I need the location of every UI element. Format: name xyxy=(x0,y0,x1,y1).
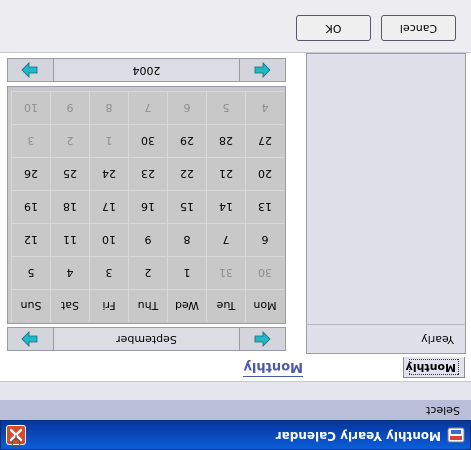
day-cell[interactable]: 10 xyxy=(89,223,128,256)
weekday-header: Fri xyxy=(89,289,128,322)
weekday-header: Sun xyxy=(11,289,50,322)
weekday-header: Sat xyxy=(50,289,89,322)
day-cell[interactable]: 22 xyxy=(167,157,206,190)
menu-select[interactable]: Select xyxy=(426,404,460,417)
day-cell[interactable]: 7 xyxy=(206,223,245,256)
day-cell[interactable]: 25 xyxy=(50,157,89,190)
day-cell[interactable]: 20 xyxy=(245,157,284,190)
day-cell[interactable]: 29 xyxy=(167,124,206,157)
tab-strip xyxy=(0,354,471,381)
calendar-app-icon xyxy=(447,427,465,443)
day-cell[interactable]: 30 xyxy=(128,124,167,157)
weekday-header: Mon xyxy=(245,289,284,322)
day-cell[interactable]: 16 xyxy=(128,190,167,223)
day-cell[interactable]: 3 xyxy=(89,256,128,289)
day-cell[interactable]: 11 xyxy=(50,223,89,256)
day-cell[interactable]: 12 xyxy=(11,223,50,256)
day-cell[interactable]: 10 xyxy=(11,91,50,124)
day-cell[interactable]: 2 xyxy=(50,124,89,157)
year-nav: 2004 xyxy=(7,58,286,82)
tab-caption: Monthly xyxy=(243,359,303,377)
right-arrow-icon xyxy=(21,62,38,78)
day-cell[interactable]: 9 xyxy=(50,91,89,124)
tab-monthly-label: Monthly xyxy=(405,361,456,374)
cancel-button[interactable]: Cancel xyxy=(381,15,456,41)
day-grid: Mon Tue Wed Thu Fri Sat Sun 30 31 1 2 3 4 5 6 7 8 9 10 11 12… xyxy=(7,86,286,324)
day-cell[interactable]: 24 xyxy=(89,157,128,190)
tab-monthly[interactable]: Monthly xyxy=(403,357,465,378)
menu-bar: Select xyxy=(0,400,471,420)
list-item-label: Yearly xyxy=(421,333,454,346)
info-strip xyxy=(0,381,471,400)
day-cell[interactable]: 6 xyxy=(245,223,284,256)
day-cell[interactable]: 1 xyxy=(89,124,128,157)
day-cell[interactable]: 31 xyxy=(206,256,245,289)
day-cell[interactable]: 9 xyxy=(128,223,167,256)
window-title: Monthly Yearly Calendar xyxy=(275,429,441,443)
day-cell[interactable]: 6 xyxy=(167,91,206,124)
next-month-button[interactable] xyxy=(8,328,54,350)
pointer-icon xyxy=(11,435,21,448)
day-cell[interactable]: 27 xyxy=(245,124,284,157)
ok-button[interactable]: OK xyxy=(296,15,371,41)
month-nav: September xyxy=(7,327,286,351)
day-cell[interactable]: 15 xyxy=(167,190,206,223)
day-cell[interactable]: 19 xyxy=(11,190,50,223)
day-cell[interactable]: 3 xyxy=(11,124,50,157)
day-cell[interactable]: 26 xyxy=(11,157,50,190)
view-list-panel xyxy=(306,53,466,354)
day-cell[interactable]: 2 xyxy=(128,256,167,289)
list-item-yearly[interactable]: Yearly xyxy=(306,324,466,354)
day-cell[interactable]: 14 xyxy=(206,190,245,223)
day-cell[interactable]: 4 xyxy=(50,256,89,289)
day-cell[interactable]: 17 xyxy=(89,190,128,223)
day-cell[interactable]: 23 xyxy=(128,157,167,190)
next-year-button[interactable] xyxy=(8,59,54,81)
day-cell[interactable]: 5 xyxy=(206,91,245,124)
weekday-header: Thu xyxy=(128,289,167,322)
day-cell[interactable]: 13 xyxy=(245,190,284,223)
right-arrow-icon xyxy=(21,331,38,347)
day-cell[interactable]: 18 xyxy=(50,190,89,223)
day-cell[interactable]: 30 xyxy=(245,256,284,289)
day-cell[interactable]: 8 xyxy=(167,223,206,256)
day-cell[interactable]: 28 xyxy=(206,124,245,157)
weekday-header: Wed xyxy=(167,289,206,322)
day-cell[interactable]: 8 xyxy=(89,91,128,124)
day-cell[interactable]: 21 xyxy=(206,157,245,190)
dialog-button-bar: Cancel OK xyxy=(0,0,471,53)
day-cell[interactable]: 7 xyxy=(128,91,167,124)
day-cell[interactable]: 4 xyxy=(245,91,284,124)
weekday-header: Tue xyxy=(206,289,245,322)
day-cell[interactable]: 1 xyxy=(167,256,206,289)
day-cell[interactable]: 5 xyxy=(11,256,50,289)
